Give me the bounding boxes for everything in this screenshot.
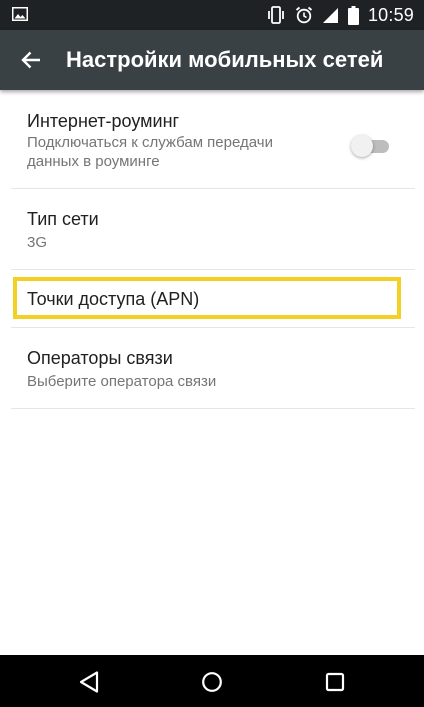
pref-title: Тип сети [27,209,99,229]
roaming-toggle-switch[interactable] [351,134,389,158]
switch-thumb [351,135,373,157]
pref-summary: 3G [27,234,48,251]
pref-data-roaming[interactable]: Интернет-роуминг Подключаться к службам … [0,90,424,188]
pref-summary: Выберите оператора связи [27,373,217,390]
divider [11,408,415,409]
navigation-bar [0,655,424,707]
back-triangle-icon [78,670,100,694]
home-circle-icon [201,671,223,693]
back-button[interactable] [14,44,48,76]
status-bar: 10:59 [0,0,424,30]
nav-recents-button[interactable] [321,668,349,696]
image-notification-icon [12,7,28,21]
pref-network-operators[interactable]: Операторы связи Выберите оператора связи [0,328,424,408]
vibrate-icon [266,6,286,24]
alarm-icon [295,6,313,24]
status-icons: 10:59 [266,4,414,26]
clock-time: 10:59 [367,4,414,25]
pref-access-point-names[interactable]: Точки доступа (APN) [0,270,424,327]
signal-icon [322,7,339,24]
page-title: Настройки мобильных сетей [66,47,384,72]
pref-network-type[interactable]: Тип сети 3G [0,189,424,269]
arrow-back-icon [21,51,41,69]
battery-icon [347,5,359,25]
nav-home-button[interactable] [198,668,226,696]
screen: 10:59 Настройки мобильных сетей Интернет… [0,0,424,707]
pref-summary: Подключаться к службам передачи [27,134,273,151]
toolbar: Настройки мобильных сетей [0,30,424,90]
recents-square-icon [325,672,345,692]
pref-title: Точки доступа (APN) [27,289,200,309]
settings-list: Интернет-роуминг Подключаться к службам … [0,90,424,655]
nav-back-button[interactable] [75,668,103,696]
pref-title: Операторы связи [27,348,173,368]
pref-summary: данных в роуминге [27,153,160,170]
pref-title: Интернет-роуминг [27,111,180,131]
